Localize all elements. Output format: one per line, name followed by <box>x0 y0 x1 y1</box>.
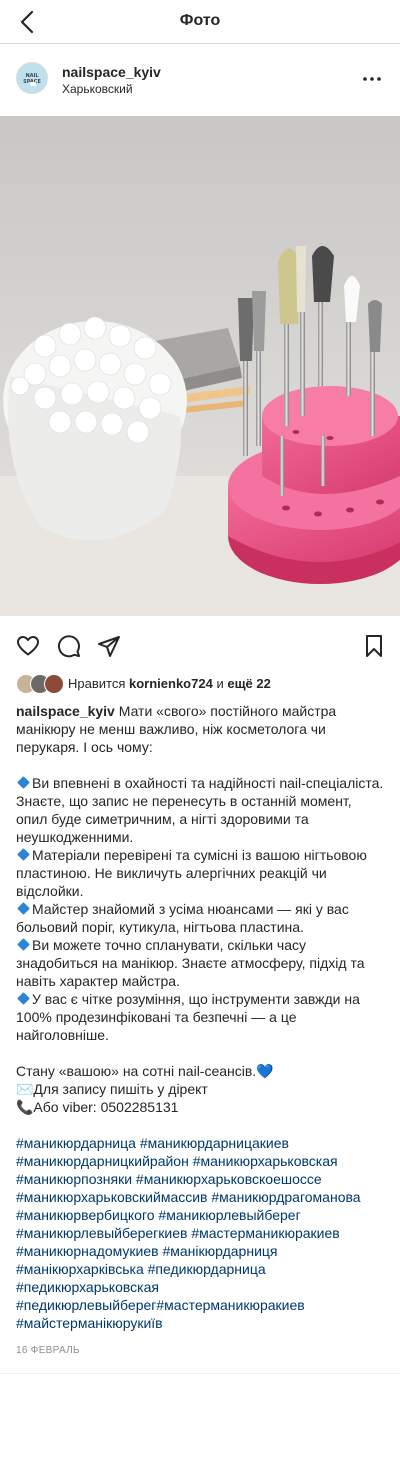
caption-username[interactable]: nailspace_kyiv <box>16 703 115 719</box>
post-caption: nailspace_kyiv Мати «свого» постійного м… <box>16 702 386 1332</box>
hashtag-line[interactable]: #манікюрхарківська #педикюрдарница <box>16 1260 386 1278</box>
photo-illustration <box>0 116 400 616</box>
post-location[interactable]: Харьковский <box>62 82 133 96</box>
hashtag-line[interactable]: #маникюрдарница #маникюрдарницакиев <box>16 1134 386 1152</box>
top-bar: Фото <box>0 0 400 44</box>
caption-point: У вас є чітке розуміння, що інструменти … <box>16 991 364 1043</box>
hashtag-line[interactable]: #маникюрдарницкийрайон #маникюрхарьковск… <box>16 1152 386 1170</box>
blue-diamond-icon <box>17 776 30 789</box>
page-title: Фото <box>179 12 221 29</box>
post-date: 16 ФЕВРАЛЬ <box>16 1345 80 1356</box>
post-header <box>0 44 400 116</box>
post-photo[interactable] <box>0 116 400 616</box>
blue-diamond-icon <box>17 938 30 951</box>
hashtag-line[interactable]: #педикюрхарьковская <box>16 1278 386 1296</box>
caption-point: Ви впевнені в охайності та надійності na… <box>16 775 388 845</box>
blue-diamond-icon <box>17 848 30 861</box>
likes-prefix: Нравится <box>68 676 126 691</box>
hashtag-list: #маникюрдарница #маникюрдарницакиев #ман… <box>16 1134 386 1332</box>
caption-outro: Стану «вашою» на сотні nail-сеансів. <box>16 1063 257 1079</box>
likes-others-link[interactable]: ещё 22 <box>227 676 271 691</box>
caption-point: Ви можете точно спланувати, скільки часу… <box>16 937 369 989</box>
more-options-icon[interactable] <box>362 70 382 88</box>
liker-avatar[interactable] <box>44 674 64 694</box>
likes-user-link[interactable]: kornienko724 <box>129 676 213 691</box>
blue-heart-icon: 💙 <box>256 1063 274 1079</box>
hashtag-line[interactable]: #маникюрпозняки #маникюрхарьковскоешоссе <box>16 1170 386 1188</box>
save-bookmark-icon[interactable] <box>362 634 386 658</box>
caption-point: Матеріали перевірені та сумісні із вашою… <box>16 847 371 899</box>
hashtag-line[interactable]: #маникюрлевыйберегкиев #мастерманикюраки… <box>16 1224 386 1242</box>
likes-row: Нравится kornienko724 и ещё 22 <box>16 674 386 694</box>
hashtag-line[interactable]: #маникюрнадомукиев #манікюрдарниця <box>16 1242 386 1260</box>
avatar[interactable]: NAIL SPACE <box>16 62 48 94</box>
divider <box>0 1373 400 1374</box>
caption-contact-viber: 📞Або viber: 0502285131 <box>16 1099 179 1115</box>
hashtag-line[interactable]: #маникюрвербицкого #маникюрлевыйберег <box>16 1206 386 1224</box>
likes-text: Нравится kornienko724 и ещё 22 <box>68 676 271 691</box>
caption-point: Майстер знайомий з усіма нюансами — які … <box>16 901 353 935</box>
hashtag-line[interactable]: #маникюрхарьковскиймассив #маникюрдрагом… <box>16 1188 386 1206</box>
like-heart-icon[interactable] <box>16 634 40 658</box>
hashtag-line[interactable]: #педикюрлевыйберег#мастерманикюракиев <box>16 1296 386 1314</box>
comment-icon[interactable] <box>57 634 81 658</box>
hashtag-line[interactable]: #майстерманікюрукиїв <box>16 1314 386 1332</box>
blue-diamond-icon <box>17 902 30 915</box>
caption-contact-dm: ✉️Для запису пишіть у дірект <box>16 1081 208 1097</box>
likes-and: и <box>216 676 224 691</box>
post-username[interactable]: nailspace_kyiv <box>62 64 161 80</box>
share-send-icon[interactable] <box>97 634 121 658</box>
avatar-logo-mark <box>30 82 36 86</box>
blue-diamond-icon <box>17 992 30 1005</box>
